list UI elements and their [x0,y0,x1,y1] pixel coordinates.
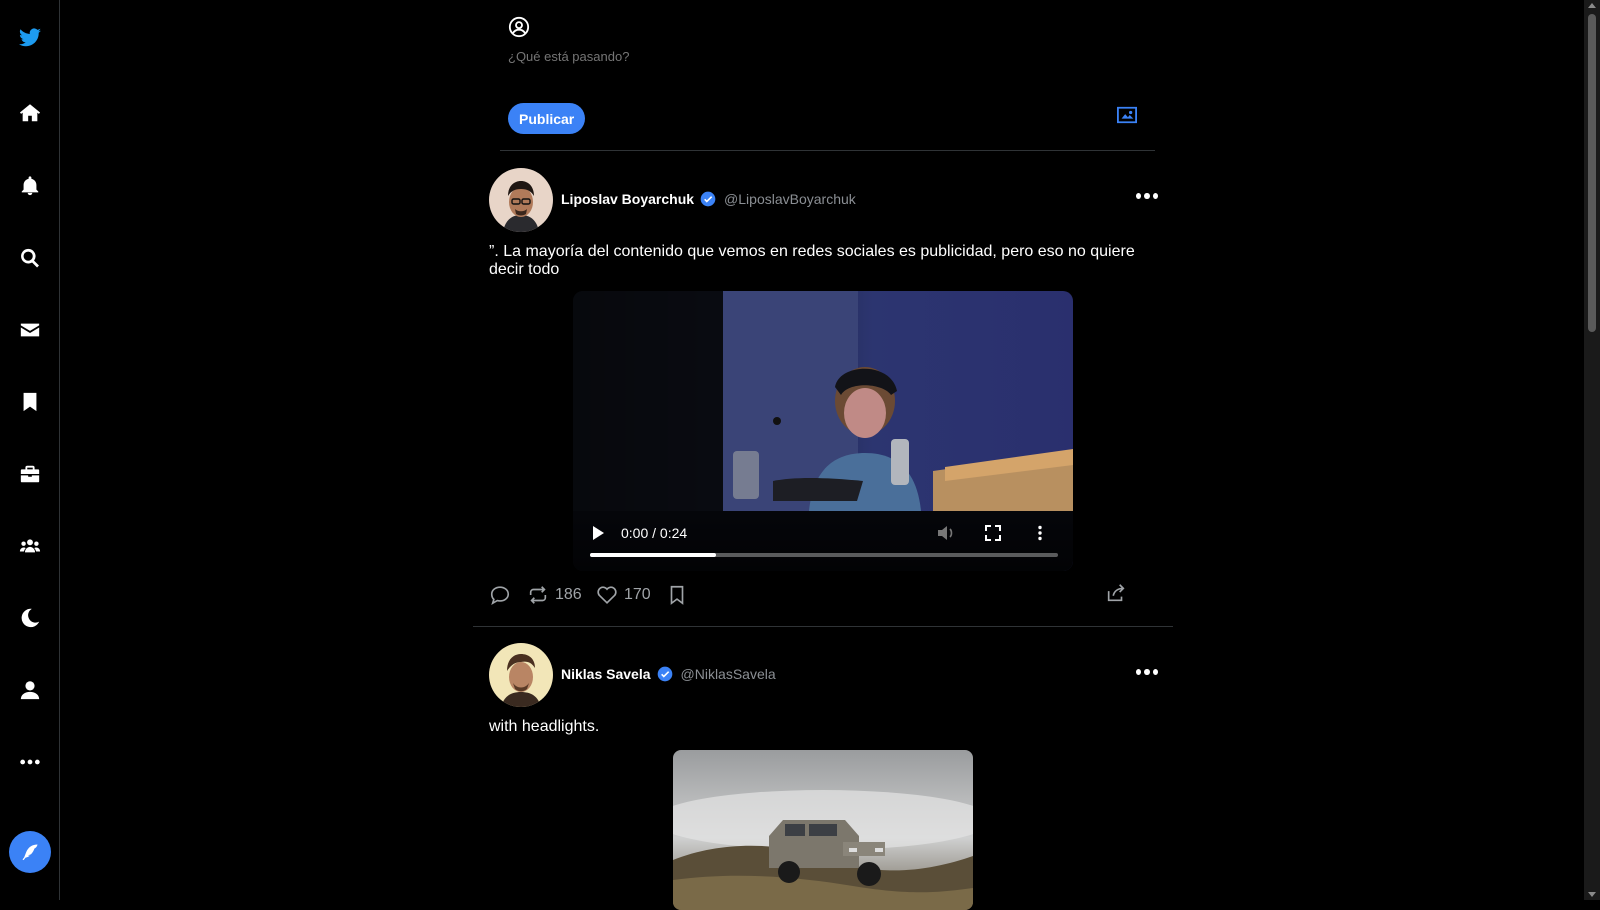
search-icon[interactable] [18,246,42,270]
retweet-count: 186 [555,586,582,603]
tweet-header: Liposlav Boyarchuk @LiposlavBoyarchuk [561,191,856,207]
tweet-text: with headlights. [489,718,600,735]
tweet-actions: 186 170 [489,584,1159,612]
heart-icon [597,586,617,604]
scrollbar-thumb[interactable] [1588,14,1596,332]
more-options-icon[interactable] [18,750,42,774]
reply-button[interactable] [489,584,511,606]
bookmark-icon [670,585,684,605]
verified-badge-icon [657,666,672,682]
publish-button[interactable]: Publicar [508,103,586,134]
messages-envelope-icon[interactable] [18,318,42,342]
author-name[interactable]: Niklas Savela [561,666,651,682]
author-name[interactable]: Liposlav Boyarchuk [561,191,694,207]
video-progress-bar[interactable] [590,553,1058,557]
notifications-bell-icon[interactable] [18,174,42,198]
share-button[interactable] [1105,582,1127,604]
scroll-up-arrow-icon[interactable] [1588,3,1596,8]
video-progress-fill [590,553,717,557]
tweet-composer: Publicar [500,0,1155,151]
tweet-image[interactable] [673,750,973,910]
profile-user-icon[interactable] [18,678,42,702]
default-avatar-icon [508,16,530,38]
tweet-more-options-icon[interactable] [1136,192,1158,200]
like-button[interactable]: 170 [596,584,651,606]
retweet-button[interactable]: 186 [527,584,582,606]
avatar[interactable] [489,643,553,707]
author-handle[interactable]: @NiklasSavela [681,666,776,682]
video-controls: 0:00 / 0:24 [573,513,1073,571]
page-scrollbar[interactable] [1584,0,1600,900]
author-handle[interactable]: @LiposlavBoyarchuk [724,191,856,207]
twitter-logo-icon[interactable] [18,26,42,50]
video-menu-icon[interactable] [1037,525,1043,541]
dark-mode-moon-icon[interactable] [18,606,42,630]
bookmark-button[interactable] [666,584,688,606]
volume-icon[interactable] [937,525,955,541]
tweet-header: Niklas Savela @NiklasSavela [561,666,776,682]
share-icon [1107,584,1125,602]
tweet-more-options-icon[interactable] [1136,668,1158,676]
verified-badge-icon [700,191,716,207]
scroll-down-arrow-icon[interactable] [1588,892,1596,897]
compose-input[interactable] [508,49,908,64]
compose-tweet-button[interactable] [9,831,51,873]
like-count: 170 [624,586,651,603]
retweet-icon [529,586,547,604]
bookmarks-icon[interactable] [18,390,42,414]
tweet-divider [473,626,1173,627]
briefcase-icon[interactable] [18,462,42,486]
home-icon[interactable] [18,101,42,125]
communities-icon[interactable] [18,534,42,558]
video-time: 0:00 / 0:24 [621,525,688,541]
reply-icon [490,586,510,606]
tweet-video[interactable]: 0:00 / 0:24 [573,291,1073,571]
play-icon[interactable] [591,525,605,541]
avatar[interactable] [489,168,553,232]
tweet-text: ”. La mayoría del contenido que vemos en… [489,243,1135,278]
image-icon[interactable] [1116,105,1138,125]
sidebar-nav [0,0,60,900]
fullscreen-icon[interactable] [985,525,1001,541]
feather-quill-icon [22,844,38,861]
